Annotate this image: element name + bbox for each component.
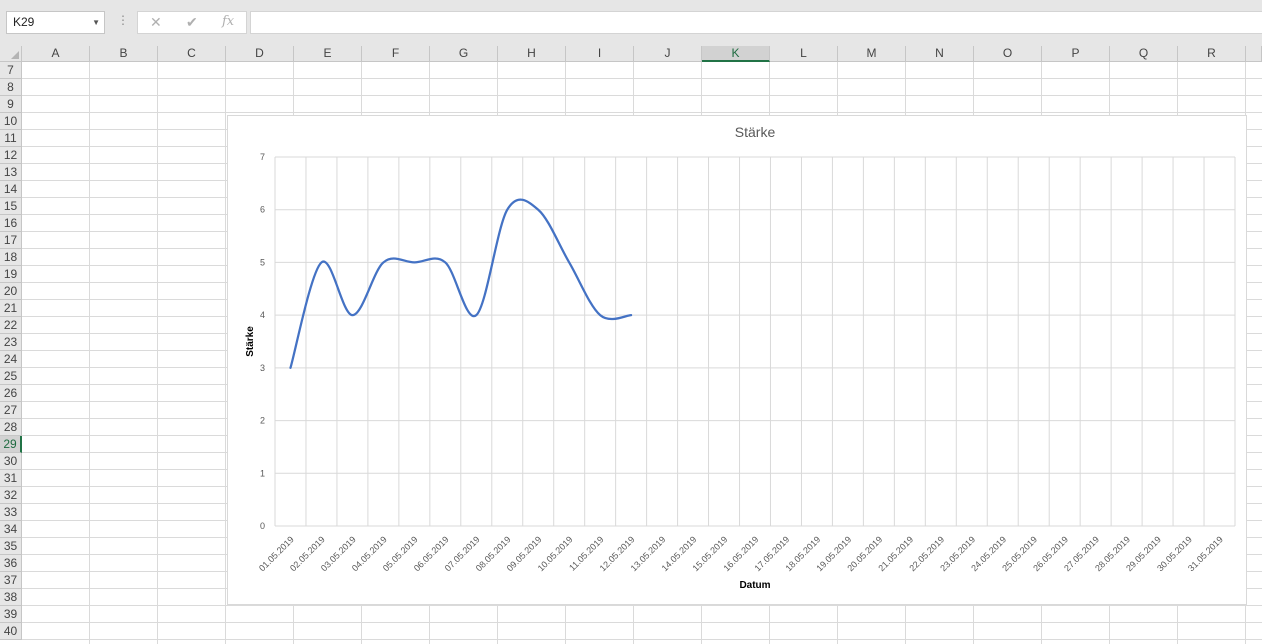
column-header-b[interactable]: B: [90, 46, 158, 62]
insert-function-icon[interactable]: fx: [222, 14, 234, 29]
row-gridline: [22, 95, 1262, 96]
chart[interactable]: Stärke 0 1 2 3 4 5 6 7 01.05.2019 02.05.2019 03.05.…: [227, 115, 1247, 605]
enter-icon[interactable]: ✔: [186, 14, 198, 31]
y-tick-label: 0: [260, 521, 265, 531]
x-axis-title: Datum: [739, 580, 770, 591]
row-gridline: [22, 112, 1262, 113]
y-tick-label: 2: [260, 416, 265, 426]
column-header-filler: [1246, 46, 1262, 62]
row-header-35[interactable]: 35: [0, 538, 22, 555]
column-header-l[interactable]: L: [770, 46, 838, 62]
row-header-36[interactable]: 36: [0, 555, 22, 572]
select-all-button[interactable]: [0, 46, 22, 62]
formula-bar-area: K29 ▼ ⋮ ✕ ✔ fx: [0, 0, 1262, 46]
column-header-e[interactable]: E: [294, 46, 362, 62]
cancel-icon[interactable]: ✕: [150, 14, 162, 31]
row-header-17[interactable]: 17: [0, 232, 22, 249]
row-header-33[interactable]: 33: [0, 504, 22, 521]
column-header-a[interactable]: A: [22, 46, 90, 62]
row-header-40[interactable]: 40: [0, 623, 22, 640]
row-header-29[interactable]: 29: [0, 436, 22, 453]
chevron-down-icon[interactable]: ▼: [92, 12, 100, 33]
formula-input[interactable]: [250, 11, 1262, 34]
y-tick-label: 6: [260, 205, 265, 215]
row-header-7[interactable]: 7: [0, 62, 22, 79]
column-header-j[interactable]: J: [634, 46, 702, 62]
column-header-d[interactable]: D: [226, 46, 294, 62]
column-header-p[interactable]: P: [1042, 46, 1110, 62]
column-header-m[interactable]: M: [838, 46, 906, 62]
column-header-h[interactable]: H: [498, 46, 566, 62]
y-tick-label: 3: [260, 363, 265, 373]
y-tick-label: 7: [260, 152, 265, 162]
row-gridline: [22, 622, 1262, 623]
row-header-20[interactable]: 20: [0, 283, 22, 300]
row-header-15[interactable]: 15: [0, 198, 22, 215]
column-header-q[interactable]: Q: [1110, 46, 1178, 62]
row-header-26[interactable]: 26: [0, 385, 22, 402]
chart-title: Stärke: [735, 124, 776, 140]
row-header-32[interactable]: 32: [0, 487, 22, 504]
row-header-31[interactable]: 31: [0, 470, 22, 487]
row-header-9[interactable]: 9: [0, 96, 22, 113]
column-gridline: [225, 62, 226, 644]
column-header-r[interactable]: R: [1178, 46, 1246, 62]
formula-buttons: ✕ ✔ fx: [137, 11, 247, 34]
row-header-16[interactable]: 16: [0, 215, 22, 232]
row-header-22[interactable]: 22: [0, 317, 22, 334]
row-header-11[interactable]: 11: [0, 130, 22, 147]
column-gridline: [157, 62, 158, 644]
row-header-28[interactable]: 28: [0, 419, 22, 436]
row-header-13[interactable]: 13: [0, 164, 22, 181]
row-header-25[interactable]: 25: [0, 368, 22, 385]
row-header-37[interactable]: 37: [0, 572, 22, 589]
row-header-18[interactable]: 18: [0, 249, 22, 266]
y-tick-label: 5: [260, 257, 265, 267]
row-header-30[interactable]: 30: [0, 453, 22, 470]
column-header-i[interactable]: I: [566, 46, 634, 62]
row-gridline: [22, 78, 1262, 79]
row-header-27[interactable]: 27: [0, 402, 22, 419]
row-header-38[interactable]: 38: [0, 589, 22, 606]
column-header-n[interactable]: N: [906, 46, 974, 62]
row-header-34[interactable]: 34: [0, 521, 22, 538]
line-chart: Stärke0123456701.05.201902.05.201903.05.…: [245, 124, 1236, 591]
more-options-icon[interactable]: ⋮: [117, 13, 129, 27]
column-header-g[interactable]: G: [430, 46, 498, 62]
y-tick-label: 4: [260, 310, 265, 320]
row-header-10[interactable]: 10: [0, 113, 22, 130]
row-header-23[interactable]: 23: [0, 334, 22, 351]
column-header-k[interactable]: K: [702, 46, 770, 62]
column-header-c[interactable]: C: [158, 46, 226, 62]
row-header-21[interactable]: 21: [0, 300, 22, 317]
row-header-39[interactable]: 39: [0, 606, 22, 623]
name-box-value: K29: [13, 15, 35, 29]
name-box[interactable]: K29 ▼: [6, 11, 105, 34]
row-header-14[interactable]: 14: [0, 181, 22, 198]
row-header-19[interactable]: 19: [0, 266, 22, 283]
row-header-24[interactable]: 24: [0, 351, 22, 368]
y-tick-label: 1: [260, 468, 265, 478]
y-axis-title: Stärke: [245, 326, 256, 357]
column-gridline: [89, 62, 90, 644]
column-header-o[interactable]: O: [974, 46, 1042, 62]
column-header-f[interactable]: F: [362, 46, 430, 62]
row-header-12[interactable]: 12: [0, 147, 22, 164]
row-header-8[interactable]: 8: [0, 79, 22, 96]
row-gridline: [22, 639, 1262, 640]
